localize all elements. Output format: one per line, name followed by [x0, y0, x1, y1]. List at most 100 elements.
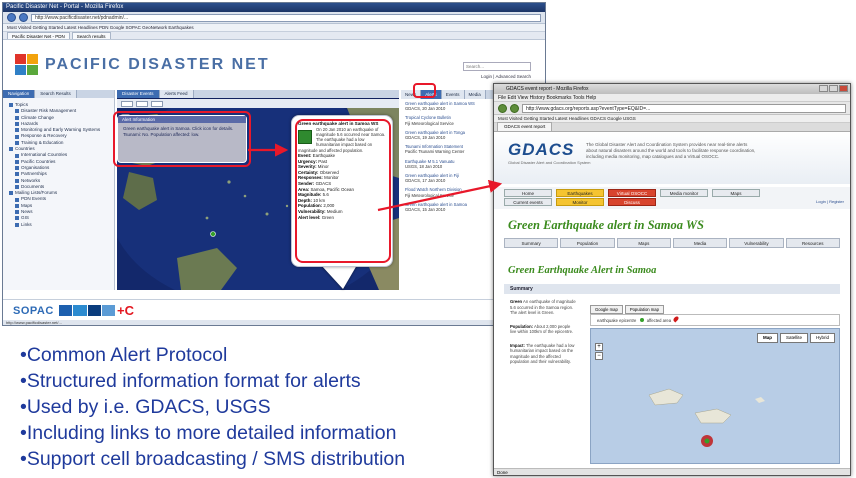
site-footer: SOPAC +C Page 1 | Next | Last — [3, 299, 545, 321]
gdacs-nav-button[interactable]: Earthquakes — [556, 189, 604, 197]
event-subtab[interactable]: Vulnerability — [729, 238, 784, 248]
summary-key: Population: — [510, 323, 534, 329]
close-icon[interactable] — [839, 85, 848, 92]
tab-events[interactable]: Events — [441, 90, 465, 99]
gdacs-nav-button[interactable]: Virtual OSOCC — [608, 189, 656, 197]
folder-icon — [9, 147, 13, 152]
gdacs-nav-button[interactable]: Home — [504, 189, 552, 197]
legend-epicentre: earthquake epicentre — [597, 318, 637, 323]
window-title: GDACS event report - Mozilla Firefox — [494, 84, 850, 94]
tab-population-map[interactable]: Population map — [624, 305, 664, 314]
tree-list: Topics Disaster Risk Management Climate Ch… — [3, 98, 114, 228]
folder-icon — [15, 122, 19, 127]
forward-icon[interactable] — [19, 13, 28, 22]
gdacs-nav-button[interactable]: Maps — [712, 189, 760, 197]
window-title-text: GDACS event report - Mozilla Firefox — [506, 86, 589, 92]
event-subtabs: Summary Population Maps Media Vulnerability R… — [504, 238, 840, 248]
alert-heading: Green Earthquake Alert in Samoa — [508, 265, 657, 276]
event-subtab[interactable]: Population — [560, 238, 615, 248]
red-cross-icon: +C — [117, 303, 134, 318]
tab-google-map[interactable]: Google map — [590, 305, 623, 314]
map-tool[interactable] — [136, 100, 148, 107]
bullet-list: •Common Alert Protocol •Structured inform… — [20, 342, 405, 472]
bookmarks-bar[interactable]: Most Visited Getting Started Latest Head… — [3, 24, 545, 32]
map-toolbar — [117, 99, 399, 108]
summary-text: Green An earthquake of magnitude 5.6 occ… — [510, 299, 576, 373]
map-legend: earthquake epicentre affected area — [590, 314, 840, 326]
folder-icon — [15, 128, 19, 133]
summary-paragraph: Green An earthquake of magnitude 5.6 occ… — [510, 299, 576, 316]
folder-icon — [15, 172, 19, 177]
forward-icon[interactable] — [510, 103, 519, 113]
pdn-logo-icon — [15, 54, 38, 75]
folder-icon — [15, 203, 19, 208]
minimize-icon[interactable] — [819, 85, 828, 92]
search-input[interactable]: Search... — [463, 62, 531, 71]
gdacs-nav-subbutton[interactable]: Discuss — [608, 198, 656, 206]
tab-search-results[interactable]: Search Results — [35, 90, 77, 98]
zoom-out-icon[interactable]: − — [595, 352, 603, 360]
tab-disaster-events[interactable]: Disaster Events — [117, 90, 160, 98]
sopac-logo: SOPAC — [13, 305, 54, 317]
window-title: Pacific Disaster Net - Portal - Mozilla … — [3, 3, 545, 12]
gdacs-banner: GDACS Global Disaster Alert and Coordina… — [494, 132, 850, 184]
address-bar[interactable]: http://www.pacificdisaster.net/pdnadmin/… — [31, 13, 541, 22]
gdacs-logo: GDACS Global Disaster Alert and Coordina… — [508, 140, 590, 165]
event-subtab[interactable]: Media — [672, 238, 728, 248]
tab-alerts-feed[interactable]: Alerts Feed — [159, 90, 194, 98]
gdacs-nav-buttons: Login | Register Home Current events Earth… — [494, 187, 850, 209]
tree-item-label: Links — [21, 221, 32, 227]
browser-tab[interactable]: GDACS event report — [497, 122, 553, 131]
back-icon[interactable] — [7, 13, 16, 22]
folder-icon — [9, 103, 13, 108]
tab-navigation[interactable]: Navigation — [3, 90, 36, 98]
map-tool[interactable] — [151, 100, 163, 107]
map-zoom-control: + − — [595, 343, 603, 361]
event-subtab[interactable]: Maps — [616, 238, 671, 248]
bullet-item: •Support cell broadcasting / SMS distrib… — [20, 448, 406, 470]
pdn-browser-window: Pacific Disaster Net - Portal - Mozilla … — [2, 2, 546, 326]
event-subtab[interactable]: Summary — [504, 238, 559, 248]
map-button[interactable]: Map — [756, 333, 778, 343]
highlight-box — [295, 119, 391, 263]
gdacs-nav-button[interactable]: Media monitor — [660, 189, 708, 197]
gdacs-nav-subbutton[interactable]: Monitor — [556, 198, 604, 206]
back-icon[interactable] — [498, 103, 507, 113]
login-link[interactable]: Login | Register — [816, 199, 844, 204]
event-map[interactable]: Map Satellite Hybrid + − — [590, 328, 840, 464]
summary-bar: Summary — [504, 284, 840, 294]
bullet-item: •Including links to more detailed inform… — [20, 422, 397, 444]
satellite-button[interactable]: Satellite — [779, 333, 808, 343]
site-brand: PACIFIC DISASTER NET — [45, 56, 270, 73]
navigation-toolbar: http://www.pacificdisaster.net/pdnadmin/… — [3, 12, 545, 24]
slide: Pacific Disaster Net - Portal - Mozilla … — [0, 0, 856, 478]
folder-icon — [15, 222, 19, 227]
event-heading: Green Earthquake alert in Samoa WS — [508, 218, 704, 232]
gdacs-logo-text: GDACS — [508, 140, 575, 159]
folder-icon — [15, 185, 19, 189]
login-link[interactable]: Login | Advanced Search — [481, 74, 531, 79]
site-header: PACIFIC DISASTER NET Search... Login | A… — [3, 40, 545, 90]
gdacs-nav-subbutton[interactable]: Current events — [504, 198, 552, 206]
navigation-toolbar: http://www.gdacs.org/reports.asp?eventTy… — [494, 102, 850, 115]
folder-icon — [15, 153, 19, 158]
browser-tab[interactable]: Search results — [71, 32, 111, 39]
samoa-map-image — [591, 329, 839, 463]
summary-key: Green — [510, 299, 523, 304]
zoom-in-icon[interactable]: + — [595, 343, 603, 351]
address-bar[interactable]: http://www.gdacs.org/reports.asp?eventTy… — [522, 103, 846, 113]
hybrid-button[interactable]: Hybrid — [809, 333, 835, 343]
epicentre-icon — [639, 318, 644, 322]
browser-tab[interactable]: Pacific Disaster Net - PDN — [7, 32, 70, 39]
navigation-tree-panel: Navigation Search Results Topics Disaster… — [3, 90, 115, 290]
legend-affected: affected area — [646, 318, 672, 323]
summary-paragraph: Population: About 2,000 people live with… — [510, 324, 576, 335]
map-tool[interactable] — [121, 100, 133, 107]
tab-media[interactable]: Media — [464, 90, 486, 99]
event-subtab[interactable]: Resources — [785, 238, 840, 248]
map-pin-icon — [672, 315, 680, 323]
tree-item[interactable]: Links — [9, 222, 114, 228]
maximize-icon[interactable] — [829, 85, 838, 92]
menu-bar[interactable]: File Edit View History Bookmarks Tools H… — [494, 94, 850, 102]
browser-tabs: Pacific Disaster Net - PDN Search result… — [3, 32, 545, 40]
